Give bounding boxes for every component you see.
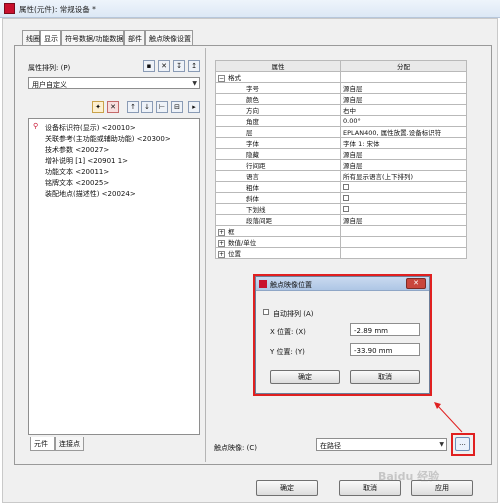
callout-arrow (434, 402, 463, 433)
contact-image-label: 触点映像: (C) (214, 444, 257, 452)
ok-button[interactable]: 确定 (256, 480, 318, 496)
contact-image-value: 在路径 (320, 442, 341, 450)
contact-image-dropdown[interactable]: 在路径 ▼ (316, 438, 447, 451)
watermark: Baidu 经验 (378, 470, 440, 483)
chevron-down-icon: ▼ (439, 441, 444, 448)
browse-button[interactable]: ... (455, 437, 470, 451)
